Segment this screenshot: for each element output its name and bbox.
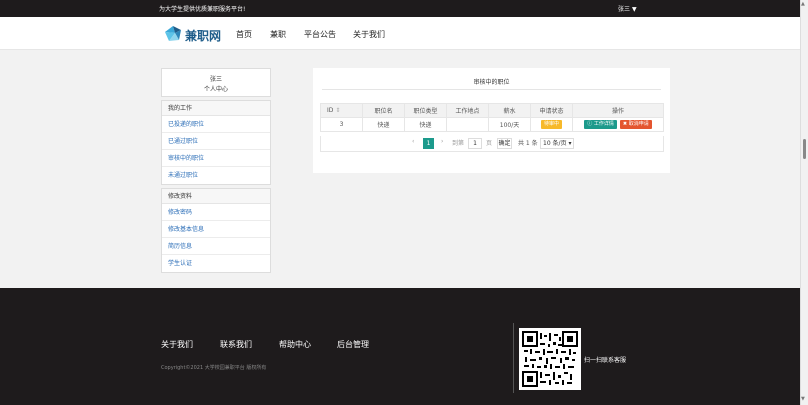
info-icon: ⓘ [587, 121, 594, 127]
profile-card: 张三 个人中心 [161, 68, 271, 97]
panel-title: 审核中的职位 [473, 79, 510, 86]
my-work-heading: 我的工作 [162, 101, 270, 116]
chevron-down-icon: ▾ [568, 140, 572, 147]
cell-actions: ⓘ 工作详情 ✖ 取消申请 [572, 117, 664, 132]
user-name: 张三 [618, 6, 631, 13]
site-header: 兼职网 首页 兼职 平台公告 关于我们 [0, 17, 800, 50]
column-header-type: 职位类型 [404, 103, 447, 118]
site-footer: 关于我们 联系我们 帮助中心 后台管理 Copyright©2021 大学校园兼… [0, 288, 800, 405]
menu-resume-info[interactable]: 简历信息 [162, 238, 270, 255]
menu-approved-jobs[interactable]: 已通过职位 [162, 133, 270, 150]
footer-link-about[interactable]: 关于我们 [161, 339, 193, 350]
menu-student-verification[interactable]: 学生认证 [162, 255, 270, 272]
jobs-table: ID ⇕ 职位名 职位类型 工作地点 薪水 申请状态 操作 3 快递 快递 10… [320, 103, 664, 132]
my-work-menu: 我的工作 已投递的职位 已通过职位 审核中的职位 未通过职位 [161, 100, 271, 185]
footer-link-admin[interactable]: 后台管理 [337, 339, 369, 350]
caret-down-icon: ▼ [632, 6, 637, 13]
menu-applied-jobs[interactable]: 已投递的职位 [162, 116, 270, 133]
goto-label: 到第 [452, 140, 465, 147]
table-header-row: ID ⇕ 职位名 职位类型 工作地点 薪水 申请状态 操作 [320, 103, 664, 118]
edit-profile-heading: 修改资料 [162, 189, 270, 204]
total-count: 共 1 条 [518, 140, 538, 147]
title-divider [322, 89, 661, 90]
site-logo[interactable]: 兼职网 [163, 24, 223, 44]
menu-edit-basic-info[interactable]: 修改基本信息 [162, 221, 270, 238]
footer-link-help[interactable]: 帮助中心 [279, 339, 311, 350]
column-header-status: 申请状态 [530, 103, 573, 118]
qr-code-image [519, 328, 581, 390]
edit-profile-menu: 修改资料 修改密码 修改基本信息 简历信息 学生认证 [161, 188, 271, 273]
cell-id: 3 [320, 117, 363, 132]
profile-name: 张三 [209, 76, 222, 83]
page-unit-label: 页 [486, 140, 493, 147]
cell-location [446, 117, 489, 132]
page-size-select[interactable]: 10 条/页 ▾ [540, 138, 574, 149]
qr-caption: 扫一扫联系客服 [584, 357, 627, 364]
current-page-button[interactable]: 1 [423, 138, 434, 149]
job-detail-button[interactable]: ⓘ 工作详情 [584, 120, 617, 129]
scroll-up-icon[interactable]: ▲ [801, 1, 805, 7]
scroll-down-icon[interactable]: ▼ [801, 396, 805, 402]
cell-type: 快递 [404, 117, 447, 132]
column-header-name: 职位名 [362, 103, 405, 118]
logo-mark-icon [165, 26, 181, 41]
cell-name: 快递 [362, 117, 405, 132]
footer-divider [513, 323, 514, 393]
nav-about[interactable]: 关于我们 [353, 29, 385, 40]
footer-link-contact[interactable]: 联系我们 [220, 339, 252, 350]
column-header-id[interactable]: ID ⇕ [320, 103, 363, 118]
page-scrollbar[interactable] [800, 0, 808, 405]
status-badge: 待审中 [540, 120, 562, 129]
logo-text: 兼职网 [185, 29, 222, 43]
nav-announcements[interactable]: 平台公告 [304, 29, 336, 40]
top-bar: 为大学生提供优质兼职服务平台! 张三 ▼ [0, 0, 800, 17]
menu-rejected-jobs[interactable]: 未通过职位 [162, 167, 270, 184]
goto-page-input[interactable]: 1 [468, 138, 482, 149]
column-header-actions: 操作 [572, 103, 664, 118]
next-page-icon[interactable]: › [441, 138, 443, 145]
user-menu[interactable]: 张三 ▼ [618, 4, 637, 13]
column-header-location: 工作地点 [446, 103, 489, 118]
qr-code-icon [522, 331, 578, 387]
goto-confirm-button[interactable]: 确定 [497, 138, 512, 149]
cell-salary: 100/天 [488, 117, 531, 132]
nav-home[interactable]: 首页 [236, 29, 252, 40]
cancel-application-button[interactable]: ✖ 取消申请 [619, 120, 652, 129]
sort-icon[interactable]: ⇕ [335, 107, 340, 114]
profile-center-label: 个人中心 [203, 86, 228, 93]
menu-change-password[interactable]: 修改密码 [162, 204, 270, 221]
site-slogan: 为大学生提供优质兼职服务平台! [159, 6, 246, 13]
scrollbar-thumb[interactable] [803, 139, 806, 159]
copyright-text: Copyright©2021 大学校园兼职平台 版权所有 [161, 365, 267, 371]
cell-status: 待审中 [530, 117, 573, 132]
table-row: 3 快递 快递 100/天 待审中 ⓘ 工作详情 ✖ 取消申请 [320, 117, 664, 132]
nav-jobs[interactable]: 兼职 [270, 29, 286, 40]
menu-reviewing-jobs[interactable]: 审核中的职位 [162, 150, 270, 167]
column-header-salary: 薪水 [488, 103, 531, 118]
prev-page-icon[interactable]: ‹ [412, 138, 414, 145]
